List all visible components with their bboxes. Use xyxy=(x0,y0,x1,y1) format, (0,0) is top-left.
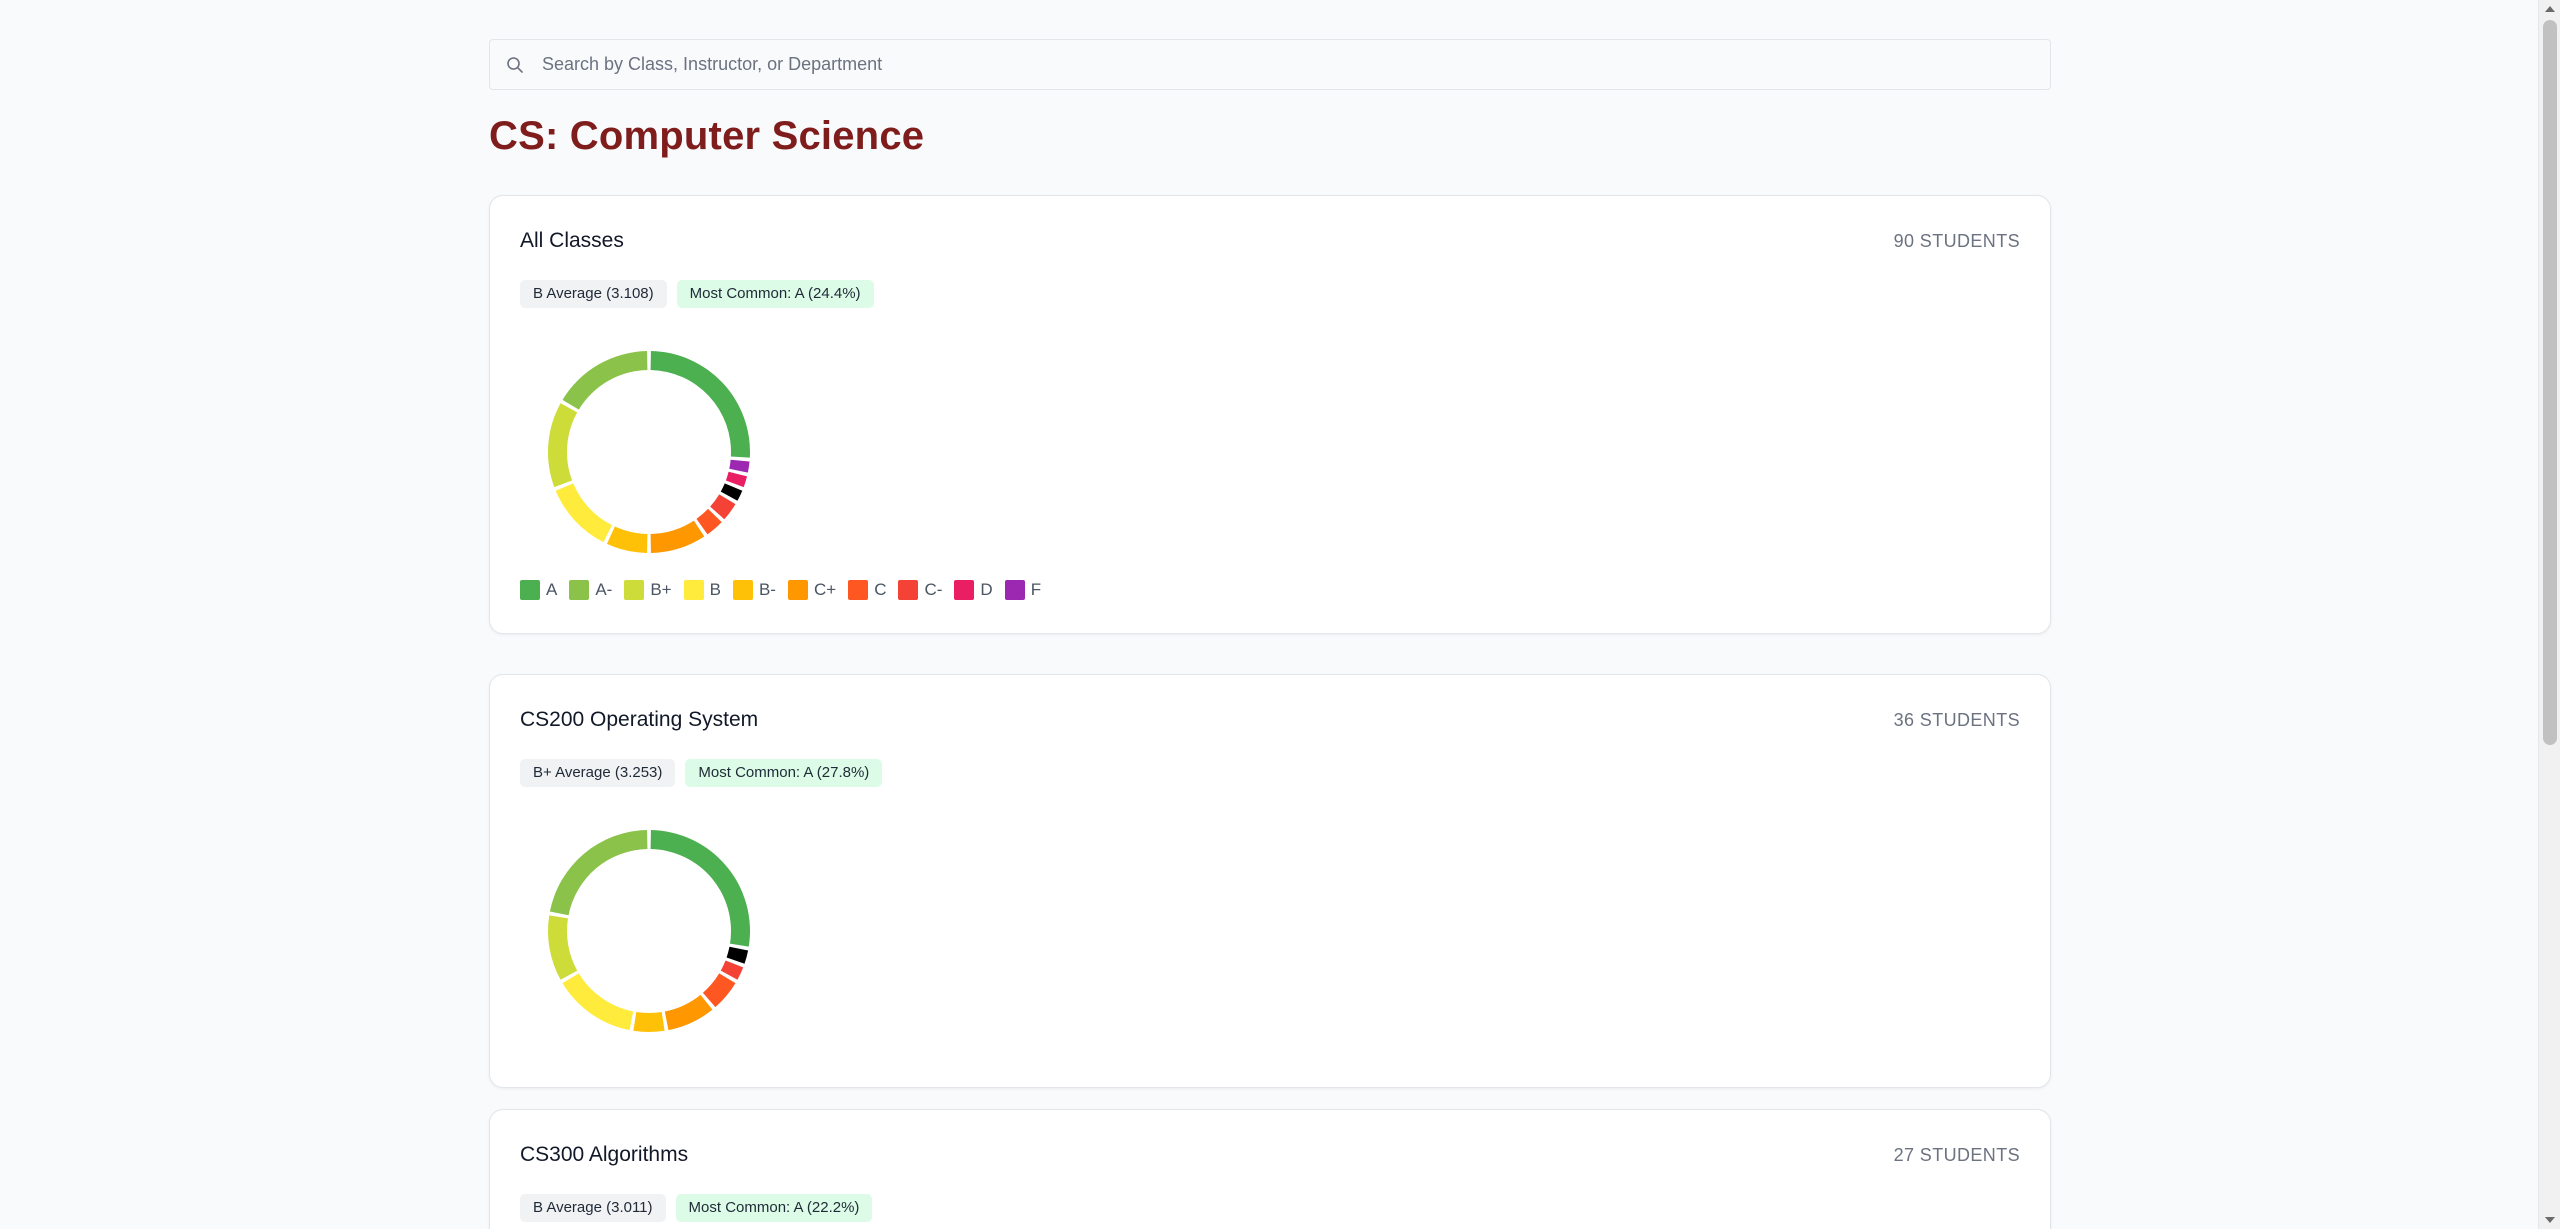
legend-item: F xyxy=(1004,580,1042,600)
donut-slice-Bminus[interactable] xyxy=(606,526,648,553)
card-title: All Classes xyxy=(520,229,624,252)
legend-label: A- xyxy=(595,580,613,599)
legend-swatch xyxy=(954,580,975,600)
legend-label: F xyxy=(1030,580,1042,599)
legend-item: C- xyxy=(898,580,942,600)
donut-slice-A[interactable] xyxy=(650,830,750,947)
donut-slice-F[interactable] xyxy=(729,459,750,473)
search-icon xyxy=(506,56,524,74)
legend-swatch xyxy=(569,580,590,600)
legend-item: B xyxy=(683,580,721,600)
card-title: CS200 Operating System xyxy=(520,708,759,731)
average-badge: B Average (3.108) xyxy=(520,280,667,308)
legend-swatch xyxy=(624,580,645,600)
search-input[interactable] xyxy=(542,54,2050,75)
department-page: CS: Computer Science xyxy=(489,39,2051,160)
legend-label: B xyxy=(709,580,721,599)
legend-item: D xyxy=(954,580,993,600)
student-count: 27 STUDENTS xyxy=(1893,1144,2020,1165)
donut-slice-Bminus[interactable] xyxy=(633,1012,665,1032)
donut-slice-other[interactable] xyxy=(726,946,749,964)
card-title: CS300 Algorithms xyxy=(520,1143,689,1166)
legend-label: B+ xyxy=(650,580,672,599)
most-common-badge: Most Common: A (27.8%) xyxy=(685,759,883,787)
page-scrollbar[interactable] xyxy=(2538,0,2560,1229)
legend-swatch xyxy=(1004,580,1025,600)
legend-item: A xyxy=(520,580,557,600)
legend-label: C- xyxy=(924,580,943,599)
scroll-up-icon[interactable] xyxy=(2545,6,2555,12)
search-bar[interactable] xyxy=(489,39,2051,90)
legend-item: B- xyxy=(732,580,776,600)
legend-label: C+ xyxy=(813,580,837,599)
donut-slice-Bplus[interactable] xyxy=(548,403,578,488)
legend-label: B- xyxy=(758,580,776,599)
most-common-badge: Most Common: A (24.4%) xyxy=(676,280,874,308)
average-badge: B+ Average (3.253) xyxy=(520,759,676,787)
class-card-all-classes[interactable]: All Classes 90 STUDENTS B Average (3.108… xyxy=(489,195,2051,634)
donut-slice-Cplus[interactable] xyxy=(650,520,705,553)
legend-swatch xyxy=(787,580,808,600)
legend-item: B+ xyxy=(624,580,672,600)
legend-swatch xyxy=(520,580,540,600)
average-badge: B Average (3.011) xyxy=(520,1194,666,1222)
legend-swatch xyxy=(683,580,704,600)
donut-slice-C[interactable] xyxy=(702,973,736,1008)
legend-item: C xyxy=(848,580,886,600)
legend-swatch xyxy=(848,580,869,600)
donut-slice-A[interactable] xyxy=(650,351,750,458)
donut-slice-B[interactable] xyxy=(555,483,613,543)
donut-slice-Cplus[interactable] xyxy=(664,994,713,1031)
most-common-badge: Most Common: A (22.2%) xyxy=(675,1194,873,1222)
grade-donut-chart xyxy=(548,830,750,1032)
class-card-cs200[interactable]: CS200 Operating System 36 STUDENTS B+ Av… xyxy=(489,674,2051,1088)
donut-slice-Aminus[interactable] xyxy=(562,351,648,410)
class-card-cs300[interactable]: CS300 Algorithms 27 STUDENTS B Average (… xyxy=(489,1109,2051,1229)
page-title: CS: Computer Science xyxy=(489,114,925,158)
legend-swatch xyxy=(898,580,919,600)
grade-legend: A A- B+ B B- C+ C C- D F xyxy=(520,580,1053,600)
scroll-down-icon[interactable] xyxy=(2545,1217,2555,1223)
legend-label: D xyxy=(980,580,993,599)
donut-slice-Bplus[interactable] xyxy=(548,915,578,980)
legend-item: A- xyxy=(569,580,612,600)
donut-slice-B[interactable] xyxy=(562,973,634,1031)
donut-slice-Aminus[interactable] xyxy=(549,830,648,916)
legend-swatch xyxy=(732,580,753,600)
legend-item: C+ xyxy=(787,580,837,600)
student-count: 36 STUDENTS xyxy=(1893,709,2020,730)
legend-label: A xyxy=(546,580,558,599)
grade-donut-chart xyxy=(548,351,750,553)
legend-label: C xyxy=(874,580,887,599)
student-count: 90 STUDENTS xyxy=(1893,230,2020,251)
donut-slice-D[interactable] xyxy=(725,471,748,488)
scrollbar-thumb[interactable] xyxy=(2543,20,2557,745)
